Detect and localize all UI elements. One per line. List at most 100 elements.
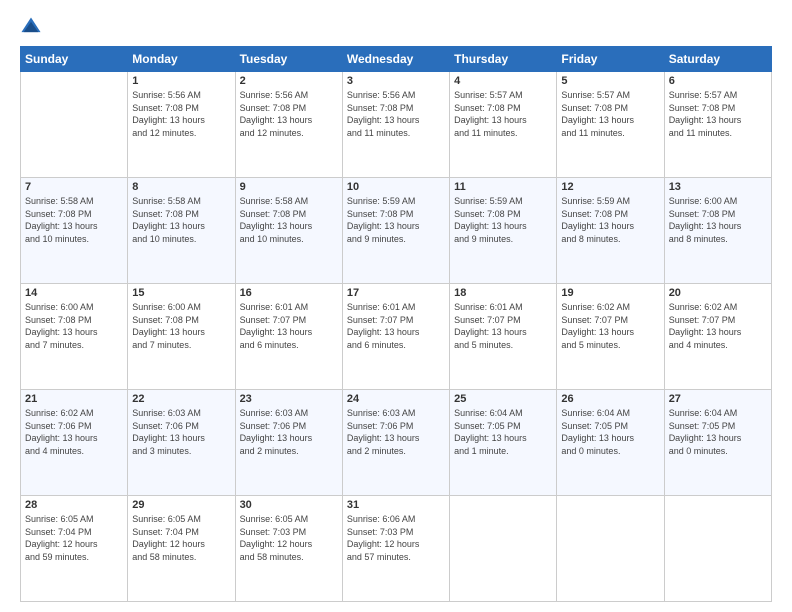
day-number: 26 [561, 393, 659, 405]
day-info: Sunrise: 5:56 AM Sunset: 7:08 PM Dayligh… [132, 89, 230, 139]
day-info: Sunrise: 6:04 AM Sunset: 7:05 PM Dayligh… [669, 407, 767, 457]
calendar-cell: 5Sunrise: 5:57 AM Sunset: 7:08 PM Daylig… [557, 72, 664, 178]
day-info: Sunrise: 6:03 AM Sunset: 7:06 PM Dayligh… [347, 407, 445, 457]
calendar-cell [557, 496, 664, 602]
calendar-cell: 6 Sunrise: 5:57 AM Sunset: 7:08 PM Daylig… [664, 72, 771, 178]
day-info: Sunrise: 6:00 AM Sunset: 7:08 PM Dayligh… [25, 301, 123, 351]
day-number: 28 [25, 499, 123, 511]
calendar-cell: 14 Sunrise: 6:00 AM Sunset: 7:08 PM Dayli… [21, 284, 128, 390]
day-number: 4 [454, 75, 552, 87]
day-number: 10 [347, 181, 445, 193]
day-number: 18 [454, 287, 552, 299]
calendar-cell: 21 Sunrise: 6:02 AM Sunset: 7:06 PM Dayli… [21, 390, 128, 496]
day-info: Sunrise: 6:05 AM Sunset: 7:04 PM Dayligh… [25, 513, 123, 563]
calendar-cell: 27 Sunrise: 6:04 AM Sunset: 7:05 PM Dayli… [664, 390, 771, 496]
calendar-header-row: SundayMondayTuesdayWednesdayThursdayFrid… [21, 47, 772, 72]
day-info: Sunrise: 6:02 AM Sunset: 7:06 PM Dayligh… [25, 407, 123, 457]
calendar-cell: 28 Sunrise: 6:05 AM Sunset: 7:04 PM Dayli… [21, 496, 128, 602]
calendar-cell: 9 Sunrise: 5:58 AM Sunset: 7:08 PM Daylig… [235, 178, 342, 284]
day-info: Sunrise: 5:58 AM Sunset: 7:08 PM Dayligh… [25, 195, 123, 245]
logo-icon [20, 16, 42, 38]
day-number: 9 [240, 181, 338, 193]
calendar-cell [450, 496, 557, 602]
day-number: 17 [347, 287, 445, 299]
day-info: Sunrise: 6:03 AM Sunset: 7:06 PM Dayligh… [132, 407, 230, 457]
calendar-cell: 29 Sunrise: 6:05 AM Sunset: 7:04 PM Dayli… [128, 496, 235, 602]
calendar-week-row: 28 Sunrise: 6:05 AM Sunset: 7:04 PM Dayli… [21, 496, 772, 602]
calendar-cell: 4 Sunrise: 5:57 AM Sunset: 7:08 PM Daylig… [450, 72, 557, 178]
day-info: Sunrise: 5:59 AM Sunset: 7:08 PM Dayligh… [347, 195, 445, 245]
day-info: Sunrise: 5:59 AM Sunset: 7:08 PM Dayligh… [561, 195, 659, 245]
day-number: 24 [347, 393, 445, 405]
day-header-wednesday: Wednesday [342, 47, 449, 72]
calendar-cell: 15 Sunrise: 6:00 AM Sunset: 7:08 PM Dayli… [128, 284, 235, 390]
calendar-cell: 17 Sunrise: 6:01 AM Sunset: 7:07 PM Dayli… [342, 284, 449, 390]
day-info: Sunrise: 5:56 AM Sunset: 7:08 PM Dayligh… [240, 89, 338, 139]
logo [20, 16, 46, 38]
day-info: Sunrise: 6:00 AM Sunset: 7:08 PM Dayligh… [669, 195, 767, 245]
day-info: Sunrise: 5:57 AM Sunset: 7:08 PM Dayligh… [669, 89, 767, 139]
calendar-cell: 24 Sunrise: 6:03 AM Sunset: 7:06 PM Dayli… [342, 390, 449, 496]
day-info: Sunrise: 6:01 AM Sunset: 7:07 PM Dayligh… [454, 301, 552, 351]
day-number: 14 [25, 287, 123, 299]
calendar-cell: 23Sunrise: 6:03 AM Sunset: 7:06 PM Dayli… [235, 390, 342, 496]
day-header-monday: Monday [128, 47, 235, 72]
day-info: Sunrise: 5:58 AM Sunset: 7:08 PM Dayligh… [132, 195, 230, 245]
day-number: 23 [240, 393, 338, 405]
day-number: 30 [240, 499, 338, 511]
day-number: 19 [561, 287, 659, 299]
day-header-tuesday: Tuesday [235, 47, 342, 72]
day-info: Sunrise: 6:06 AM Sunset: 7:03 PM Dayligh… [347, 513, 445, 563]
day-number: 5 [561, 75, 659, 87]
day-info: Sunrise: 6:04 AM Sunset: 7:05 PM Dayligh… [561, 407, 659, 457]
day-header-sunday: Sunday [21, 47, 128, 72]
calendar-cell: 13 Sunrise: 6:00 AM Sunset: 7:08 PM Dayli… [664, 178, 771, 284]
calendar-cell: 30 Sunrise: 6:05 AM Sunset: 7:03 PM Dayli… [235, 496, 342, 602]
page: SundayMondayTuesdayWednesdayThursdayFrid… [0, 0, 792, 612]
day-number: 13 [669, 181, 767, 193]
calendar-cell: 31 Sunrise: 6:06 AM Sunset: 7:03 PM Dayli… [342, 496, 449, 602]
day-number: 20 [669, 287, 767, 299]
calendar-cell: 19Sunrise: 6:02 AM Sunset: 7:07 PM Dayli… [557, 284, 664, 390]
day-number: 8 [132, 181, 230, 193]
day-number: 2 [240, 75, 338, 87]
day-header-saturday: Saturday [664, 47, 771, 72]
calendar-cell: 16Sunrise: 6:01 AM Sunset: 7:07 PM Dayli… [235, 284, 342, 390]
day-number: 27 [669, 393, 767, 405]
day-info: Sunrise: 5:56 AM Sunset: 7:08 PM Dayligh… [347, 89, 445, 139]
calendar-cell: 11 Sunrise: 5:59 AM Sunset: 7:08 PM Dayli… [450, 178, 557, 284]
day-info: Sunrise: 6:05 AM Sunset: 7:04 PM Dayligh… [132, 513, 230, 563]
day-info: Sunrise: 6:02 AM Sunset: 7:07 PM Dayligh… [669, 301, 767, 351]
day-number: 29 [132, 499, 230, 511]
calendar-cell: 12 Sunrise: 5:59 AM Sunset: 7:08 PM Dayli… [557, 178, 664, 284]
day-info: Sunrise: 6:05 AM Sunset: 7:03 PM Dayligh… [240, 513, 338, 563]
day-number: 22 [132, 393, 230, 405]
day-number: 21 [25, 393, 123, 405]
calendar-week-row: 1Sunrise: 5:56 AM Sunset: 7:08 PM Daylig… [21, 72, 772, 178]
calendar-cell: 20 Sunrise: 6:02 AM Sunset: 7:07 PM Dayli… [664, 284, 771, 390]
calendar-cell: 1Sunrise: 5:56 AM Sunset: 7:08 PM Daylig… [128, 72, 235, 178]
day-number: 15 [132, 287, 230, 299]
calendar-cell: 3Sunrise: 5:56 AM Sunset: 7:08 PM Daylig… [342, 72, 449, 178]
day-number: 6 [669, 75, 767, 87]
calendar-cell: 22 Sunrise: 6:03 AM Sunset: 7:06 PM Dayli… [128, 390, 235, 496]
calendar-table: SundayMondayTuesdayWednesdayThursdayFrid… [20, 46, 772, 602]
calendar-cell [664, 496, 771, 602]
calendar-week-row: 21 Sunrise: 6:02 AM Sunset: 7:06 PM Dayli… [21, 390, 772, 496]
day-info: Sunrise: 5:59 AM Sunset: 7:08 PM Dayligh… [454, 195, 552, 245]
calendar-week-row: 14 Sunrise: 6:00 AM Sunset: 7:08 PM Dayli… [21, 284, 772, 390]
day-info: Sunrise: 6:01 AM Sunset: 7:07 PM Dayligh… [240, 301, 338, 351]
day-info: Sunrise: 6:01 AM Sunset: 7:07 PM Dayligh… [347, 301, 445, 351]
day-number: 25 [454, 393, 552, 405]
day-info: Sunrise: 6:00 AM Sunset: 7:08 PM Dayligh… [132, 301, 230, 351]
day-number: 12 [561, 181, 659, 193]
day-header-friday: Friday [557, 47, 664, 72]
day-number: 11 [454, 181, 552, 193]
calendar-cell: 25Sunrise: 6:04 AM Sunset: 7:05 PM Dayli… [450, 390, 557, 496]
day-number: 31 [347, 499, 445, 511]
calendar-cell: 26 Sunrise: 6:04 AM Sunset: 7:05 PM Dayli… [557, 390, 664, 496]
calendar-cell [21, 72, 128, 178]
header [20, 16, 772, 38]
day-info: Sunrise: 5:57 AM Sunset: 7:08 PM Dayligh… [454, 89, 552, 139]
day-info: Sunrise: 5:58 AM Sunset: 7:08 PM Dayligh… [240, 195, 338, 245]
